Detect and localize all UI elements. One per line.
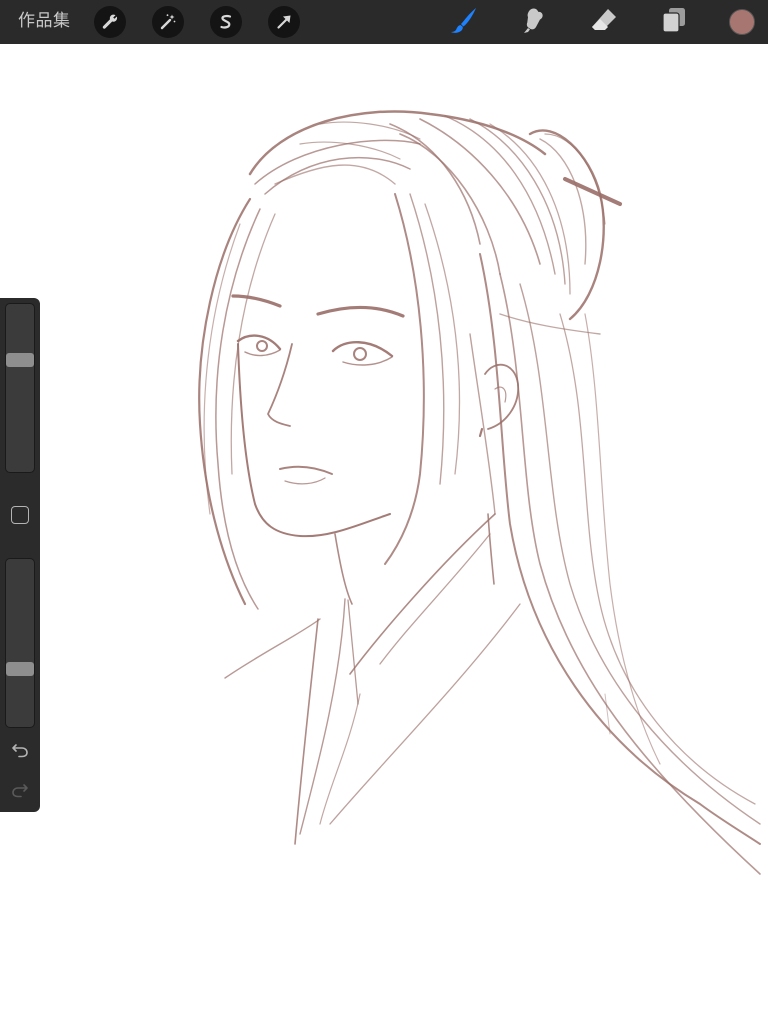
brush-size-slider[interactable] (5, 303, 35, 473)
brush-tool-button[interactable] (449, 7, 479, 37)
transform-button[interactable] (268, 6, 300, 38)
wrench-icon (101, 13, 119, 31)
selection-icon (217, 13, 235, 31)
modify-square-icon[interactable] (11, 506, 29, 524)
top-toolbar: 作品集 (0, 0, 768, 44)
selection-button[interactable] (210, 6, 242, 38)
smudge-icon (519, 5, 549, 39)
smudge-tool-button[interactable] (519, 7, 549, 37)
brush-icon (449, 5, 479, 39)
brush-size-slider-thumb[interactable] (6, 353, 34, 367)
magic-wand-icon (159, 13, 177, 31)
redo-icon (10, 780, 30, 804)
undo-button[interactable] (8, 740, 32, 764)
opacity-slider-thumb[interactable] (6, 662, 34, 676)
opacity-slider[interactable] (5, 558, 35, 728)
layers-icon (659, 5, 689, 39)
layers-button[interactable] (659, 7, 689, 37)
gallery-button[interactable]: 作品集 (18, 9, 71, 33)
drawing-canvas[interactable] (0, 44, 768, 1024)
side-toolbar (0, 298, 40, 812)
eraser-tool-button[interactable] (589, 7, 619, 37)
transform-arrow-icon (275, 13, 293, 31)
sketch-artwork (198, 110, 761, 875)
adjustments-button[interactable] (152, 6, 184, 38)
eraser-icon (589, 5, 619, 39)
actions-button[interactable] (94, 6, 126, 38)
color-picker-swatch[interactable] (729, 9, 755, 35)
undo-icon (10, 740, 30, 764)
redo-button[interactable] (8, 780, 32, 804)
